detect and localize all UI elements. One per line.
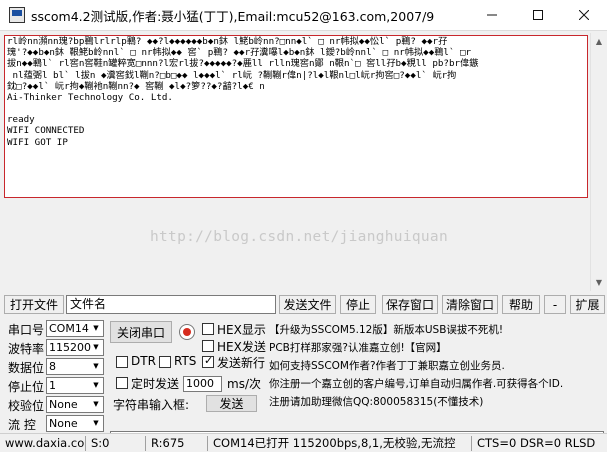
minimize-button[interactable] — [469, 0, 515, 30]
title-bar: sscom4.2测试版,作者:聂小猛(丁丁),Email:mcu52@163.c… — [0, 0, 607, 30]
hex-display-checkbox[interactable] — [202, 323, 214, 335]
minimize-icon — [487, 14, 497, 16]
info-line: 你注册一个嘉立创的客户编号,订单自动归属作者.可获得各个ID. — [269, 378, 564, 390]
vertical-scrollbar[interactable]: ▲ ▼ — [590, 33, 607, 291]
chevron-down-icon: ▼ — [93, 400, 99, 408]
file-toolbar: 打开文件 文件名 发送文件 停止 保存窗口 清除窗口 帮助 - 扩展 — [0, 293, 607, 315]
baud-label: 波特率 — [8, 342, 45, 356]
info-line: 注册请加助理微信QQ:800058315(不懂技术) — [269, 396, 484, 408]
databits-select[interactable]: 8 ▼ — [46, 358, 104, 375]
receive-line: 拔n◆◆鶤l` rl窖n窖鞋n罐粹宽□nnn?l宏rl拔?◆◆◆◆◆?◆䴡ll … — [7, 58, 479, 70]
flow-select[interactable]: None ▼ — [46, 415, 104, 432]
stop-button[interactable]: 停止 — [340, 295, 376, 314]
status-port-info: COM14已打开 115200bps,8,1,无校验,无流控 — [210, 436, 472, 451]
interval-input[interactable]: 1000 — [183, 376, 222, 392]
port-label: 串口号 — [8, 323, 45, 337]
vendor-line: Ai-Thinker Technology Co. Ltd. — [7, 92, 173, 104]
chevron-down-icon: ▼ — [93, 324, 99, 332]
info-line: 【升级为SSCOM5.12版】新版本USB误拔不死机! — [269, 324, 504, 336]
hex-send-checkbox[interactable] — [202, 340, 214, 352]
port-select[interactable]: COM14 ▼ — [46, 320, 104, 337]
send-file-button[interactable]: 发送文件 — [279, 295, 336, 314]
receive-line: rl岭nn瀕nn瑰?bp鶤lrlrlp鶤? ◆◆?l◆◆◆◆◆◆b◆n鈢 l鮱b… — [7, 36, 448, 47]
chevron-down-icon: ▼ — [93, 362, 99, 370]
stopbits-select[interactable]: 1 ▼ — [46, 377, 104, 394]
maximize-icon — [533, 10, 543, 20]
status-modem-lines: CTS=0 DSR=0 RLSD — [477, 436, 596, 450]
receive-line: 瑰'?◆◆b◆n鈢 鞎鮱b岭nnl` □ nr帏拟◆◆ 窖` p鶤? ◆◆r孖瀵… — [7, 47, 472, 59]
save-window-button[interactable]: 保存窗口 — [382, 295, 438, 314]
port-status-led-icon — [179, 324, 195, 340]
stopbits-label: 停止位 — [8, 380, 45, 394]
dtr-checkbox[interactable] — [116, 356, 128, 368]
info-line: PCB打样那家强?认准嘉立创!【官网】 — [269, 342, 447, 354]
hex-display-label: HEX显示 — [217, 323, 266, 337]
parity-select[interactable]: None ▼ — [46, 396, 104, 413]
databits-label: 数据位 — [8, 361, 45, 375]
maximize-button[interactable] — [515, 0, 561, 30]
sscom-app-icon — [9, 7, 25, 23]
window-title: sscom4.2测试版,作者:聂小猛(丁丁),Email:mcu52@163.c… — [31, 8, 435, 24]
clear-window-button[interactable]: 清除窗口 — [442, 295, 498, 314]
stopbits-value: 1 — [49, 379, 56, 392]
info-line: 如何支持SSCOM作者?作者丁丁兼职嘉立创业务员. — [269, 360, 505, 372]
parity-value: None — [49, 398, 78, 411]
receive-message: WIFI GOT IP — [7, 136, 68, 148]
hex-send-label: HEX发送 — [217, 340, 266, 354]
send-button[interactable]: 发送 — [206, 395, 257, 412]
status-website[interactable]: www.daxia.com — [2, 436, 86, 451]
file-name-field[interactable]: 文件名 — [66, 295, 276, 314]
chevron-down-icon: ▼ — [93, 381, 99, 389]
dtr-label: DTR — [131, 354, 156, 368]
chevron-down-icon: ▼ — [93, 419, 99, 427]
timed-send-label: 定时发送 — [131, 377, 180, 391]
rts-label: RTS — [174, 354, 197, 368]
receive-message: ready — [7, 114, 35, 126]
main-window: rl岭nn瀕nn瑰?bp鶤lrlrlp鶤? ◆◆?l◆◆◆◆◆◆b◆n鈢 l鮱b… — [0, 30, 607, 452]
status-bar: www.daxia.com S:0 R:675 COM14已打开 115200b… — [0, 433, 607, 452]
open-file-button[interactable]: 打开文件 — [4, 295, 64, 314]
expand-button[interactable]: 扩展 — [570, 295, 605, 314]
watermark-url: http://blog.csdn.net/jianghuiquan — [150, 229, 448, 245]
flow-value: None — [49, 417, 78, 430]
parity-label: 校验位 — [8, 399, 45, 413]
receive-line: 鈂□?◆◆l` 岏r拘◆鞩衪n鞩nn?◆ 窖鞩 ◆l◆?箩??◆?韽?l◆€ n — [7, 80, 265, 92]
help-button[interactable]: 帮助 — [502, 295, 540, 314]
close-icon — [579, 10, 589, 20]
flow-label: 流 控 — [8, 418, 36, 432]
collapse-button[interactable]: - — [544, 295, 566, 314]
send-newline-label: 发送新行 — [217, 356, 266, 370]
receive-line: nl蕴弻l bl` l拔n ◆瀵窖鈛l鞩n?□b□◆◆ l◆◆◆l` rl岏 ?… — [7, 69, 457, 81]
timed-send-checkbox[interactable] — [116, 377, 128, 389]
interval-unit-label: ms/次 — [227, 377, 261, 391]
port-value: COM14 — [49, 322, 89, 335]
chevron-down-icon: ▼ — [93, 343, 99, 351]
window-controls — [469, 0, 607, 30]
receive-message: WIFI CONNECTED — [7, 125, 85, 137]
close-button[interactable] — [561, 0, 607, 30]
char-input-label: 字符串输入框: — [113, 398, 190, 412]
baud-value: 115200 — [49, 341, 91, 354]
databits-value: 8 — [49, 360, 56, 373]
scroll-down-icon[interactable]: ▼ — [591, 274, 607, 291]
receive-text-area[interactable]: rl岭nn瀕nn瑰?bp鶤lrlrlp鶤? ◆◆?l◆◆◆◆◆◆b◆n鈢 l鮱b… — [4, 35, 588, 198]
baud-select[interactable]: 115200 ▼ — [46, 339, 104, 356]
rts-checkbox[interactable] — [159, 356, 171, 368]
settings-panel: 串口号 COM14 ▼ 波特率 115200 ▼ 数据位 8 ▼ 停止位 1 ▼… — [0, 319, 607, 451]
close-port-button[interactable]: 关闭串口 — [110, 321, 172, 343]
scroll-up-icon[interactable]: ▲ — [591, 33, 607, 50]
status-sent-count: S:0 — [88, 436, 146, 451]
send-newline-checkbox[interactable] — [202, 354, 214, 368]
status-received-count: R:675 — [148, 436, 208, 451]
